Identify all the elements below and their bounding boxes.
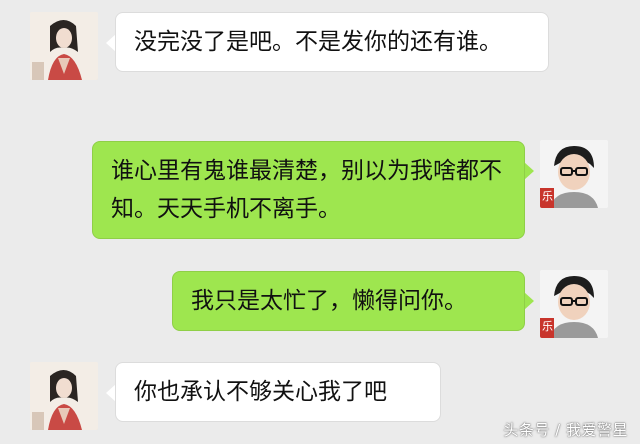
message-text: 没完没了是吧。不是发你的还有谁。 [134, 29, 502, 55]
bubble-tail [524, 292, 534, 310]
message-text: 谁心里有鬼谁最清楚，别以为我啥都不知。天天手机不离手。 [111, 158, 502, 222]
bubble-tail [524, 162, 534, 180]
message-bubble-outgoing[interactable]: 谁心里有鬼谁最清楚，别以为我啥都不知。天天手机不离手。 [92, 141, 525, 239]
message-text: 我只是太忙了，懒得问你。 [191, 288, 467, 314]
contact-avatar[interactable] [30, 12, 98, 80]
user-avatar[interactable]: 乐 [540, 140, 608, 208]
message-text: 你也承认不够关心我了吧 [134, 379, 387, 405]
avatar-caption: 乐 [542, 320, 553, 333]
female-portrait-icon [30, 362, 98, 430]
avatar-caption: 乐 [542, 190, 553, 203]
female-portrait-icon [30, 12, 98, 80]
message-bubble-incoming[interactable]: 没完没了是吧。不是发你的还有谁。 [115, 12, 549, 72]
message-bubble-incoming[interactable]: 你也承认不够关心我了吧 [115, 362, 441, 422]
message-bubble-outgoing[interactable]: 我只是太忙了，懒得问你。 [172, 271, 525, 331]
watermark: 头条号 / 我爱警星 [503, 421, 628, 439]
user-avatar[interactable]: 乐 [540, 270, 608, 338]
contact-avatar[interactable] [30, 362, 98, 430]
